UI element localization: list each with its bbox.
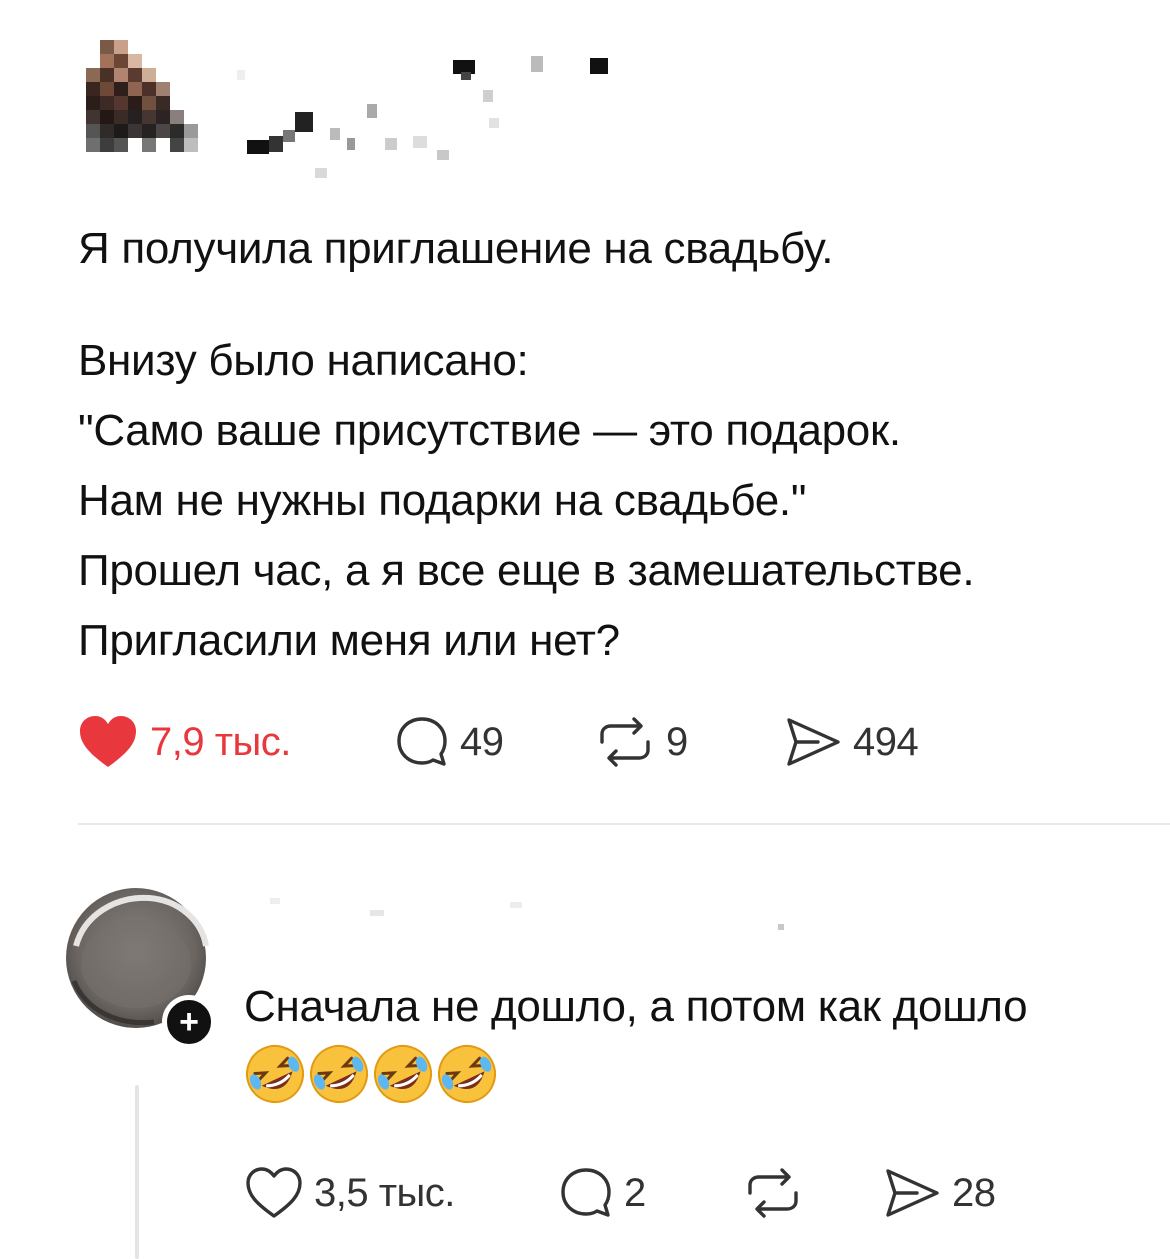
emoji-row xyxy=(244,1043,1164,1105)
thread-post-screen: Я получила приглашение на свадьбу. Внизу… xyxy=(0,0,1170,1259)
follow-plus-button[interactable]: + xyxy=(162,995,216,1049)
reply-action-bar: 3,5 тыс. 2 28 xyxy=(244,1163,1044,1223)
reply-reply-button[interactable]: 2 xyxy=(558,1165,646,1221)
rolling-on-the-floor-laughing-icon xyxy=(310,1045,368,1103)
post-text-line: Нам не нужны подарки на свадьбе." xyxy=(78,476,807,525)
divider xyxy=(78,823,1170,825)
rolling-on-the-floor-laughing-icon xyxy=(374,1045,432,1103)
post-text-line: "Само ваше присутствие — это подарок. xyxy=(78,406,901,455)
post-like-button[interactable]: 7,9 тыс. xyxy=(78,714,291,770)
reply-repost-button[interactable] xyxy=(742,1165,804,1221)
repost-arrows-icon xyxy=(600,717,650,767)
repost-arrows-icon xyxy=(748,1168,798,1218)
heart-icon xyxy=(246,1167,302,1218)
post-action-bar: 7,9 тыс. 49 9 494 xyxy=(78,712,978,772)
reply-like-count: 3,5 тыс. xyxy=(314,1170,455,1215)
reply-author-name-obscured[interactable] xyxy=(250,880,810,950)
post-like-count: 7,9 тыс. xyxy=(150,719,291,764)
reply-share-button[interactable]: 28 xyxy=(882,1165,996,1221)
post-repost-button[interactable]: 9 xyxy=(594,714,688,770)
reply-like-button[interactable]: 3,5 тыс. xyxy=(244,1165,455,1221)
post-author-name-obscured[interactable] xyxy=(235,40,675,190)
post-author-avatar[interactable] xyxy=(78,36,208,166)
post-text: Я получила приглашение на свадьбу. Внизу… xyxy=(78,214,1148,676)
post-text-line: Прошел час, а я все еще в замешательстве… xyxy=(78,546,975,595)
thread-line xyxy=(135,1085,139,1259)
post-share-button[interactable]: 494 xyxy=(783,714,919,770)
reply-text-line: Сначала не дошло, а потом как дошло xyxy=(244,982,1028,1031)
reply-share-count: 28 xyxy=(952,1170,996,1215)
reply-text: Сначала не дошло, а потом как дошло xyxy=(244,975,1164,1105)
reply-reply-count: 2 xyxy=(624,1170,646,1215)
post-text-line: Я получила приглашение на свадьбу. xyxy=(78,224,834,273)
plus-icon: + xyxy=(179,1003,199,1041)
speech-bubble-icon xyxy=(397,717,447,766)
post-share-count: 494 xyxy=(853,719,919,764)
post-text-line: Внизу было написано: xyxy=(78,336,529,385)
speech-bubble-icon xyxy=(561,1168,611,1217)
paper-plane-icon xyxy=(886,1169,939,1217)
post-reply-count: 49 xyxy=(460,719,504,764)
post-text-line: Пригласили меня или нет? xyxy=(78,616,620,665)
heart-icon xyxy=(80,716,136,767)
post-reply-button[interactable]: 49 xyxy=(394,714,504,770)
post-repost-count: 9 xyxy=(666,719,688,764)
rolling-on-the-floor-laughing-icon xyxy=(438,1045,496,1103)
paper-plane-icon xyxy=(787,718,840,766)
rolling-on-the-floor-laughing-icon xyxy=(246,1045,304,1103)
